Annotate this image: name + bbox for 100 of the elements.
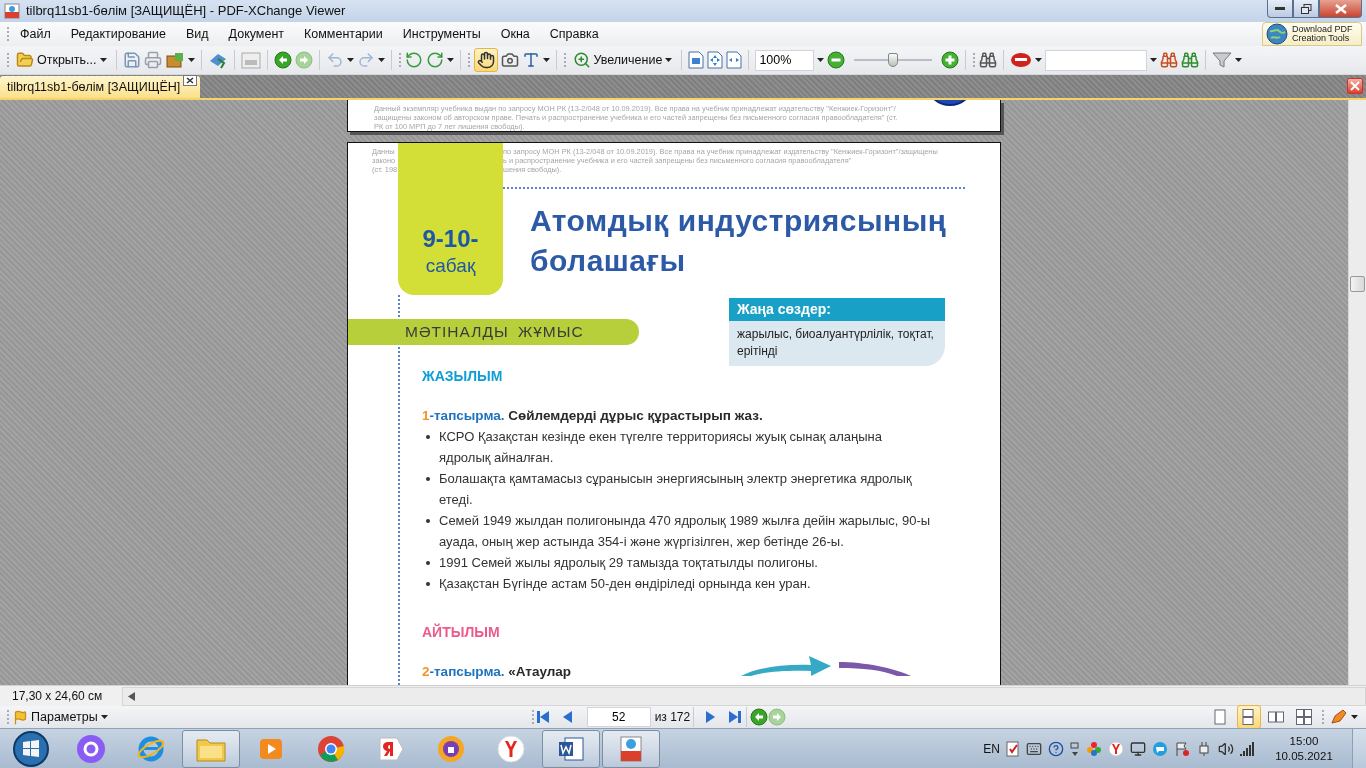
section-banner: МӘТІНАЛДЫ ЖҰМЫС — [348, 319, 639, 345]
menu-item[interactable]: Справка — [539, 27, 609, 41]
browser-icon[interactable] — [1108, 740, 1124, 757]
rotate-left-icon[interactable] — [404, 51, 423, 69]
caret-icon[interactable] — [187, 58, 195, 62]
save-icon[interactable] — [122, 51, 141, 69]
language-indicator[interactable]: EN — [983, 741, 1000, 756]
globe-icon[interactable] — [1266, 23, 1288, 45]
back-icon[interactable] — [273, 51, 292, 69]
binoculars-icon[interactable] — [979, 51, 998, 69]
page-layout-icon[interactable] — [1296, 709, 1312, 725]
close-document-button[interactable] — [1347, 78, 1363, 94]
assistant-icon[interactable] — [76, 733, 106, 764]
folder-icon[interactable] — [16, 51, 34, 69]
vertical-scrollbar[interactable] — [1348, 100, 1366, 685]
grip-icon[interactable] — [530, 710, 535, 724]
zoom-icon[interactable] — [572, 51, 591, 69]
scroll-thumb[interactable] — [1350, 276, 1365, 292]
actual-size-icon[interactable] — [688, 51, 705, 69]
volume-icon[interactable] — [1218, 740, 1234, 757]
caret-icon[interactable] — [99, 58, 107, 62]
grip-icon[interactable] — [562, 53, 567, 67]
menu-item[interactable]: Файл — [10, 27, 61, 41]
find-next-icon[interactable] — [1181, 51, 1200, 69]
package-icon[interactable] — [164, 51, 185, 69]
fit-width-icon[interactable] — [726, 51, 743, 69]
grip-icon[interactable] — [6, 27, 10, 41]
zoom-button[interactable]: Увеличение — [569, 48, 676, 72]
caret-icon[interactable] — [1351, 715, 1358, 719]
grip-icon[interactable] — [1321, 710, 1325, 724]
restore-button[interactable] — [1293, 0, 1319, 18]
page-layout-icon[interactable] — [1268, 709, 1284, 725]
open-button[interactable]: Открыть... — [13, 48, 110, 72]
page-layout-icon[interactable] — [1240, 709, 1256, 725]
flower-icon[interactable] — [1086, 740, 1102, 757]
search-field[interactable] — [1045, 49, 1148, 71]
chat-icon[interactable] — [1152, 740, 1168, 757]
caret-icon[interactable] — [100, 715, 108, 719]
caret-icon[interactable] — [817, 58, 825, 62]
scroll-left-icon[interactable] — [127, 691, 137, 701]
minimize-button[interactable] — [1267, 0, 1293, 18]
horizontal-scrollbar[interactable] — [122, 686, 1366, 706]
power-plug-icon[interactable] — [1196, 740, 1212, 757]
close-icon[interactable] — [1334, 3, 1347, 14]
tab-close-button[interactable] — [183, 75, 197, 86]
caret-icon[interactable] — [542, 58, 550, 62]
caret-icon[interactable] — [1035, 58, 1043, 62]
help-icon[interactable] — [1048, 740, 1064, 757]
caret-icon[interactable] — [346, 58, 354, 62]
document-tab[interactable]: tilbrq11sb1-бөлім [ЗАЩИЩЁН] — [0, 76, 200, 98]
grip-icon[interactable] — [466, 53, 471, 67]
page-number-field[interactable]: 52 — [586, 707, 651, 727]
flag-icon[interactable] — [13, 709, 28, 725]
fit-page-icon[interactable] — [707, 51, 724, 69]
browser-icon[interactable] — [436, 733, 466, 764]
camera-icon[interactable] — [500, 51, 519, 69]
caret-icon[interactable] — [1150, 58, 1158, 62]
page-layout-icon[interactable] — [1212, 709, 1228, 725]
document-check-icon[interactable] — [1006, 740, 1020, 757]
text-select-icon[interactable] — [521, 51, 540, 69]
flag-icon[interactable] — [1174, 740, 1190, 757]
grip-icon[interactable] — [972, 53, 977, 67]
options-button[interactable]: Параметры — [10, 705, 111, 729]
grip-icon[interactable] — [6, 710, 10, 724]
caret-icon[interactable] — [1235, 58, 1243, 62]
last-page-icon[interactable] — [727, 709, 744, 725]
highlighter-icon[interactable] — [1329, 708, 1347, 726]
zoom-out-icon[interactable] — [827, 51, 846, 69]
menu-item[interactable]: Вид — [175, 27, 219, 41]
taskbar-app-button[interactable] — [542, 729, 600, 768]
zoom-field[interactable]: 100% — [755, 49, 815, 71]
caret-icon[interactable] — [377, 58, 385, 62]
menu-item[interactable]: Окна — [490, 27, 540, 41]
overflow-icon[interactable] — [1070, 740, 1080, 757]
menu-item[interactable]: Инструменты — [392, 27, 491, 41]
menu-item[interactable]: Редактирование — [60, 27, 176, 41]
caret-icon[interactable] — [446, 58, 454, 62]
zoom-in-icon[interactable] — [941, 51, 960, 69]
restore-icon[interactable] — [1300, 3, 1312, 14]
keyboard-icon[interactable] — [1026, 740, 1042, 757]
browser-icon[interactable] — [496, 733, 526, 764]
taskbar-app-button[interactable] — [602, 729, 660, 768]
menu-item[interactable]: Комментарии — [294, 27, 393, 41]
grip-icon[interactable] — [397, 53, 402, 67]
continuous-view-button[interactable] — [1237, 705, 1261, 729]
monitor-icon[interactable] — [1130, 740, 1146, 757]
print-icon[interactable] — [143, 51, 162, 69]
find-previous-icon[interactable] — [1160, 51, 1179, 69]
menu-item[interactable]: Документ — [218, 27, 295, 41]
close-button[interactable] — [1319, 0, 1362, 18]
signal-icon[interactable] — [1240, 741, 1256, 756]
new-words-text: жарылыс, биоалуантүрлілік, тоқтат, ерітінді — [729, 321, 945, 366]
slider-thumb[interactable] — [888, 53, 899, 67]
back-icon[interactable] — [750, 708, 769, 726]
section-heading: АЙТЫЛЫМ — [422, 624, 501, 642]
grip-icon[interactable] — [6, 53, 10, 67]
first-page-icon[interactable] — [534, 709, 551, 725]
browser-icon[interactable] — [316, 733, 346, 764]
download-tools-button[interactable]: Download PDF Creation Tools — [1262, 22, 1362, 46]
caret-icon[interactable] — [665, 58, 673, 62]
